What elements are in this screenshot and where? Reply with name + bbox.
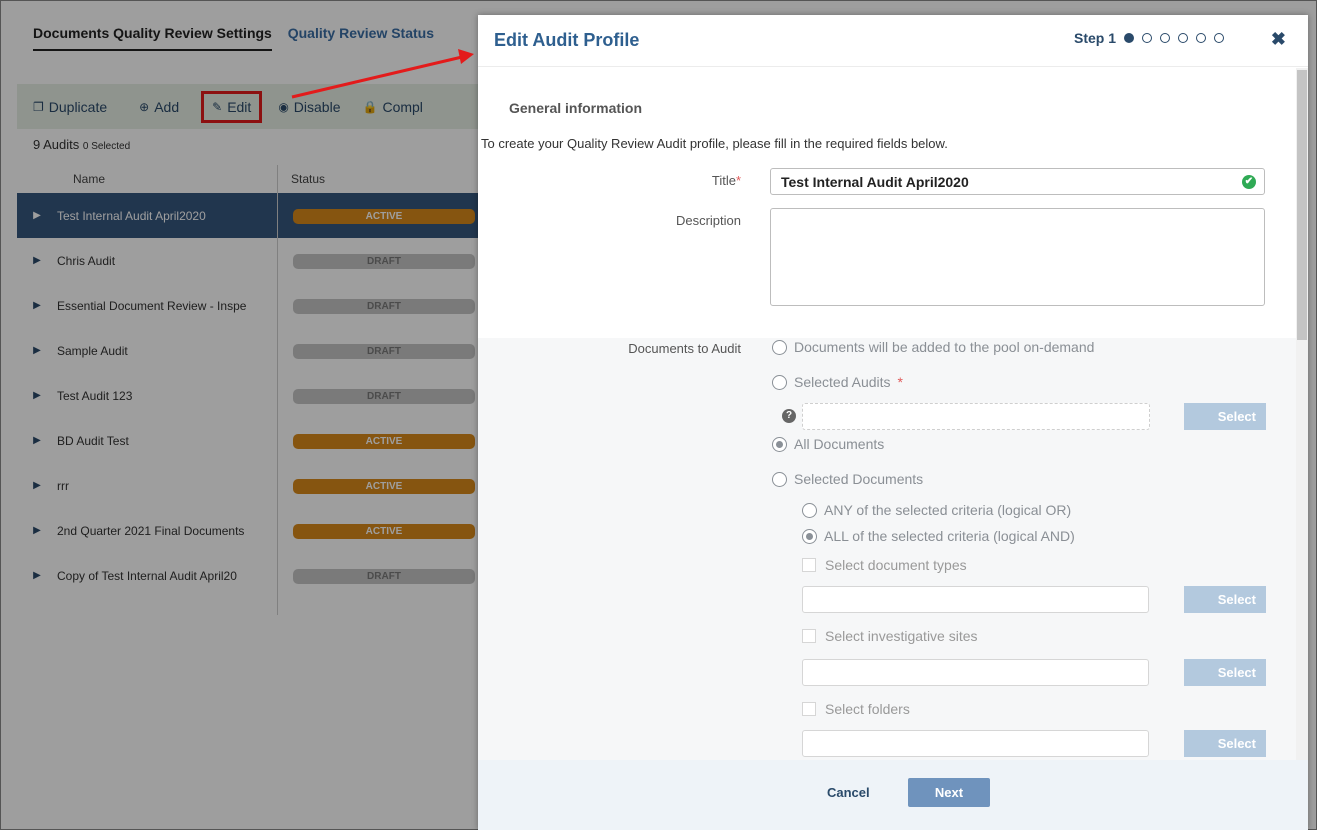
select-audits-button[interactable]: Select: [1184, 403, 1266, 430]
radio-on-demand[interactable]: Documents will be added to the pool on-d…: [772, 339, 1094, 355]
checkbox-folders[interactable]: Select folders: [802, 701, 910, 717]
radio-checked-icon: [802, 528, 817, 544]
dialog-header: Edit Audit Profile Step 1 ✖: [478, 15, 1308, 67]
radio-circle-icon: [772, 374, 787, 390]
checkbox-document-types-label: Select document types: [825, 557, 967, 573]
description-label: Description: [675, 213, 741, 228]
radio-selected-audits-label: Selected Audits: [794, 374, 891, 390]
select-folders-button[interactable]: Select: [1184, 730, 1266, 757]
dialog-footer: Cancel Next: [478, 760, 1308, 830]
radio-circle-icon: [802, 502, 817, 518]
radio-on-demand-label: Documents will be added to the pool on-d…: [794, 339, 1095, 355]
documents-options-panel: [478, 338, 1296, 760]
title-value: Test Internal Audit April2020: [781, 173, 969, 190]
checkbox-document-types[interactable]: Select document types: [802, 557, 967, 573]
radio-circle-icon: [772, 339, 787, 355]
checkbox-icon: [802, 702, 816, 716]
intro-text: To create your Quality Review Audit prof…: [481, 136, 948, 151]
radio-all-criteria-label: ALL of the selected criteria (logical AN…: [824, 528, 1075, 544]
select-document-types-button[interactable]: Select: [1184, 586, 1266, 613]
section-title: General information: [509, 100, 643, 116]
radio-selected-audits[interactable]: Selected Audits *: [772, 374, 903, 390]
step-label: Step 1: [1073, 30, 1116, 46]
folders-input[interactable]: [802, 730, 1149, 757]
radio-circle-icon: [772, 471, 787, 487]
radio-all-documents-label: All Documents: [794, 436, 885, 452]
step-indicator: Step 1: [1074, 30, 1224, 46]
step-dot-1: [1124, 33, 1134, 43]
required-mark: *: [735, 173, 741, 188]
cancel-button[interactable]: Cancel: [827, 785, 870, 800]
title-input[interactable]: Test Internal Audit April2020 ✔: [770, 168, 1265, 195]
radio-all-documents[interactable]: All Documents: [772, 436, 884, 452]
dialog-title: Edit Audit Profile: [494, 30, 640, 50]
title-label: Title*: [712, 173, 741, 188]
edit-audit-profile-dialog: Edit Audit Profile Step 1 ✖ General info…: [478, 15, 1308, 830]
documents-to-audit-label: Documents to Audit: [628, 341, 741, 356]
step-dot-3: [1160, 33, 1170, 43]
radio-any-criteria[interactable]: ANY of the selected criteria (logical OR…: [802, 502, 1071, 518]
selected-audits-input[interactable]: [802, 403, 1150, 430]
dialog-body: General information To create your Quali…: [478, 68, 1296, 760]
radio-selected-documents[interactable]: Selected Documents: [772, 471, 923, 487]
next-button[interactable]: Next: [908, 778, 990, 807]
check-circle-icon: ✔: [1242, 175, 1256, 189]
radio-selected-documents-label: Selected Documents: [794, 471, 924, 487]
checkbox-icon: [802, 629, 816, 643]
help-icon[interactable]: ?: [782, 409, 796, 423]
checkbox-icon: [802, 558, 816, 572]
select-investigative-sites-button[interactable]: Select: [1184, 659, 1266, 686]
step-dot-2: [1142, 33, 1152, 43]
checkbox-folders-label: Select folders: [825, 701, 910, 717]
description-textarea[interactable]: [770, 208, 1265, 306]
close-icon[interactable]: ✖: [1271, 29, 1286, 50]
dialog-scrollbar[interactable]: [1296, 68, 1308, 760]
title-label-text: Title: [711, 173, 736, 188]
scrollbar-thumb[interactable]: [1297, 70, 1307, 340]
checkbox-investigative-sites[interactable]: Select investigative sites: [802, 628, 978, 644]
step-dot-4: [1178, 33, 1188, 43]
checkbox-investigative-sites-label: Select investigative sites: [825, 628, 978, 644]
investigative-sites-input[interactable]: [802, 659, 1149, 686]
radio-checked-icon: [772, 436, 787, 452]
radio-all-criteria[interactable]: ALL of the selected criteria (logical AN…: [802, 528, 1075, 544]
required-mark: *: [897, 374, 903, 390]
step-dot-6: [1214, 33, 1224, 43]
step-dot-5: [1196, 33, 1206, 43]
document-types-input[interactable]: [802, 586, 1149, 613]
radio-any-criteria-label: ANY of the selected criteria (logical OR…: [824, 502, 1072, 518]
